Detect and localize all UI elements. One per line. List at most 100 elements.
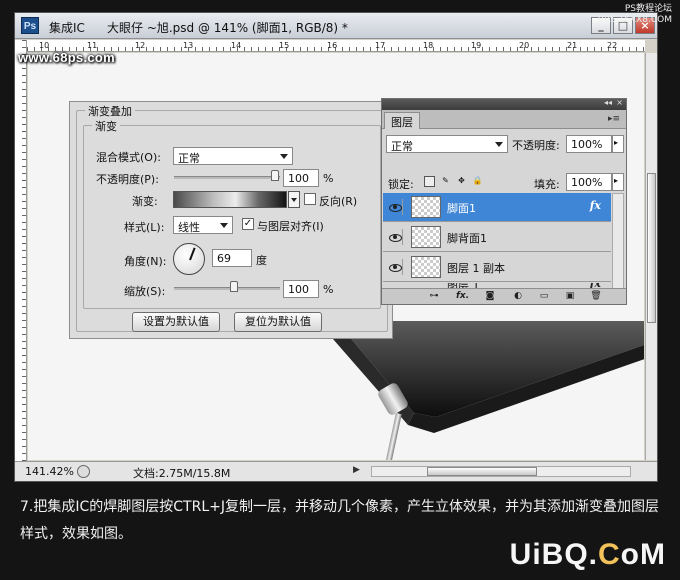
photoshop-logo-icon: Ps [21,17,39,34]
angle-label: 角度(N): [124,255,167,268]
chevron-down-icon [280,154,288,159]
new-layer-icon[interactable]: ▣ [564,291,576,302]
fill-arrow-icon[interactable]: ▸ [612,173,624,191]
ruler-mark: 13 [183,41,194,50]
gradient-picker-arrow[interactable] [288,191,300,208]
lock-paint-icon[interactable]: ✎ [440,176,451,187]
horizontal-ruler: 10 11 12 13 14 15 16 17 18 19 20 21 22 [27,40,645,52]
horizontal-scrollbar[interactable] [371,466,631,477]
lock-transparency-icon[interactable] [424,176,435,187]
layers-panel-header: ◂◂ × [382,98,626,110]
layer-name: 脚背面1 [447,232,487,245]
layer-opacity-input[interactable]: 100% [566,135,612,153]
blend-mode-value: 正常 [178,152,200,165]
gradient-preview[interactable] [173,191,287,208]
visibility-eye-icon[interactable] [387,259,403,275]
scale-slider-knob[interactable] [230,281,238,292]
delete-layer-trash-icon[interactable]: 🗑 [590,291,602,302]
fill-input[interactable]: 100% [566,173,612,191]
layer-name: 脚面1 [447,202,476,215]
angle-unit: 度 [256,254,267,267]
title-bar: Ps 集成IC 大眼仔 ~旭.psd @ 141% (脚面1, RGB/8) *… [15,13,657,39]
status-info-icon[interactable] [77,465,90,478]
status-bar: 141.42% 文档:2.75M/15.8M ▶ [15,461,657,481]
ruler-mark: 10 [39,41,50,50]
layer-blend-mode-select[interactable]: 正常 [386,135,508,153]
layers-panel-tabs: 图层 ▸≡ [382,110,626,129]
frame-corner-artwork [326,321,644,460]
ruler-mark: 18 [423,41,434,50]
tab-layers[interactable]: 图层 [384,112,420,129]
collapse-panel-icon[interactable]: ◂◂ [604,98,612,107]
adjustment-layer-icon[interactable]: ◐ [512,291,524,302]
add-layer-style-icon[interactable]: fx. [456,291,469,302]
vertical-ruler [15,40,27,461]
gradient-overlay-title: 渐变叠加 [85,103,135,119]
angle-dial[interactable] [173,243,205,275]
document-title: 大眼仔 ~旭.psd @ 141% (脚面1, RGB/8) * [107,21,348,35]
layer-blend-mode-value: 正常 [391,140,413,153]
blend-mode-select[interactable]: 正常 [173,147,293,165]
reverse-label: 反向(R) [319,195,358,208]
scale-input[interactable]: 100 [283,280,319,298]
document-size: 文档:2.75M/15.8M [133,467,231,480]
lock-all-icon[interactable]: 🔒 [472,176,483,187]
style-value: 线性 [178,221,200,234]
ruler-mark: 20 [519,41,530,50]
gradient-overlay-panel: 渐变叠加 渐变 混合模式(O): 正常 不透明度(P): 100 % 渐变: 反… [69,101,393,339]
make-default-button[interactable]: 设置为默认值 [132,312,220,332]
layers-panel: ◂◂ × 图层 ▸≡ 正常 不透明度: 100% ▸ 锁定: ✎ ✥ 🔒 填充:… [381,98,627,305]
style-label: 样式(L): [124,221,165,234]
lock-move-icon[interactable]: ✥ [456,176,467,187]
panel-menu-icon[interactable]: ▸≡ [608,114,620,124]
fx-badge-icon[interactable]: fx [590,199,601,212]
angle-dial-hand [189,247,196,261]
scale-label: 缩放(S): [124,285,166,298]
add-mask-icon[interactable]: ◙ [484,291,496,302]
ruler-mark: 14 [231,41,242,50]
opacity-slider-knob[interactable] [271,170,279,181]
layer-row[interactable]: 脚面1 fx [383,193,611,222]
reset-default-button[interactable]: 复位为默认值 [234,312,322,332]
align-with-layer-checkbox[interactable]: ✓ [242,218,254,230]
zoom-level[interactable]: 141.42% [25,465,74,478]
ruler-mark: 16 [327,41,338,50]
logo-text: UiBQ. [509,538,598,571]
style-select[interactable]: 线性 [173,216,233,234]
layer-name: 图层 1 副本 [447,262,505,275]
horizontal-scroll-thumb[interactable] [427,467,537,476]
opacity-label: 不透明度(P): [96,173,159,186]
ruler-mark: 11 [87,41,98,50]
scale-unit: % [323,283,334,296]
visibility-eye-icon[interactable] [387,199,403,215]
link-layers-icon[interactable]: ⊶ [428,291,440,302]
logo-accent: C [598,538,621,571]
vertical-scrollbar[interactable] [645,53,657,460]
visibility-eye-icon[interactable] [387,229,403,245]
opacity-slider[interactable] [174,176,280,179]
ruler-mark: 21 [567,41,578,50]
ruler-mark: 12 [135,41,146,50]
layer-opacity-arrow-icon[interactable]: ▸ [612,135,624,153]
chevron-down-icon [495,142,503,147]
fill-label: 填充: [534,178,560,191]
new-group-folder-icon[interactable]: ▭ [538,291,550,302]
blend-mode-label: 混合模式(O): [96,151,161,164]
layer-row[interactable]: 脚背面1 [383,223,611,252]
logo-text: oM [620,538,666,571]
reverse-checkbox[interactable] [304,193,316,205]
align-with-layer-label: 与图层对齐(I) [257,220,324,233]
layer-thumbnail [411,256,441,278]
angle-input[interactable]: 69 [212,249,252,267]
opacity-input[interactable]: 100 [283,169,319,187]
ruler-mark: 22 [607,41,618,50]
layer-thumbnail [411,196,441,218]
layer-row[interactable]: 图层 1 副本 [383,253,611,282]
vertical-scroll-thumb[interactable] [647,173,656,323]
layer-opacity-label: 不透明度: [512,139,560,152]
ruler-mark: 15 [279,41,290,50]
layers-scrollbar[interactable] [612,193,624,291]
status-menu-arrow-icon[interactable]: ▶ [353,465,360,475]
scale-slider[interactable] [174,287,280,290]
close-panel-icon[interactable]: × [616,98,623,107]
